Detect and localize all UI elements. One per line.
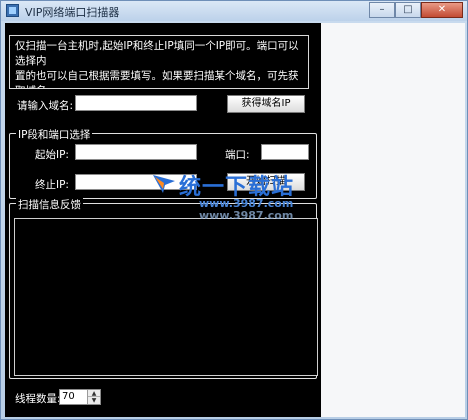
spinner-up-icon[interactable]: ▲ [88, 390, 100, 397]
port-input[interactable] [261, 144, 309, 160]
start-ip-input[interactable] [75, 144, 197, 160]
feedback-group: 扫描信息反馈 [9, 197, 318, 379]
minimize-button[interactable]: – [369, 2, 395, 18]
maximize-button[interactable]: □ [395, 2, 421, 18]
spinner-down-icon[interactable]: ▼ [88, 397, 100, 404]
thread-count-spinner[interactable]: 70 ▲ ▼ [59, 389, 101, 405]
client-area: 仅扫描一台主机时,起始IP和终止IP填同一个IP即可。端口可以选择内 置的也可以… [5, 23, 321, 417]
get-domain-ip-button[interactable]: 获得域名IP [227, 95, 305, 113]
domain-label: 请输入域名: [17, 100, 74, 112]
title-bar[interactable]: VIP网络端口扫描器 – □ ✕ [1, 1, 467, 21]
domain-input[interactable] [75, 95, 197, 111]
window-title: VIP网络端口扫描器 [25, 6, 120, 19]
thread-count-label: 线程数量: [15, 393, 61, 405]
close-button[interactable]: ✕ [421, 2, 463, 18]
app-icon [6, 4, 19, 17]
feedback-group-title: 扫描信息反馈 [16, 197, 83, 212]
start-scan-button[interactable]: 开始扫描 [227, 173, 305, 191]
info-text: 仅扫描一台主机时,起始IP和终止IP填同一个IP即可。端口可以选择内 置的也可以… [9, 35, 309, 89]
scan-feedback-area[interactable] [14, 218, 318, 376]
ip-port-group-title: IP段和端口选择 [16, 127, 93, 142]
start-ip-label: 起始IP: [35, 149, 69, 161]
spinner-arrows: ▲ ▼ [87, 390, 100, 404]
end-ip-input[interactable] [75, 174, 197, 190]
client-blank-area [321, 23, 465, 417]
app-window: VIP网络端口扫描器 – □ ✕ 仅扫描一台主机时,起始IP和终止IP填同一个I… [0, 0, 468, 420]
window-controls: – □ ✕ [369, 2, 463, 18]
port-label: 端口: [225, 149, 250, 161]
thread-count-value: 70 [62, 391, 75, 402]
end-ip-label: 终止IP: [35, 179, 69, 191]
